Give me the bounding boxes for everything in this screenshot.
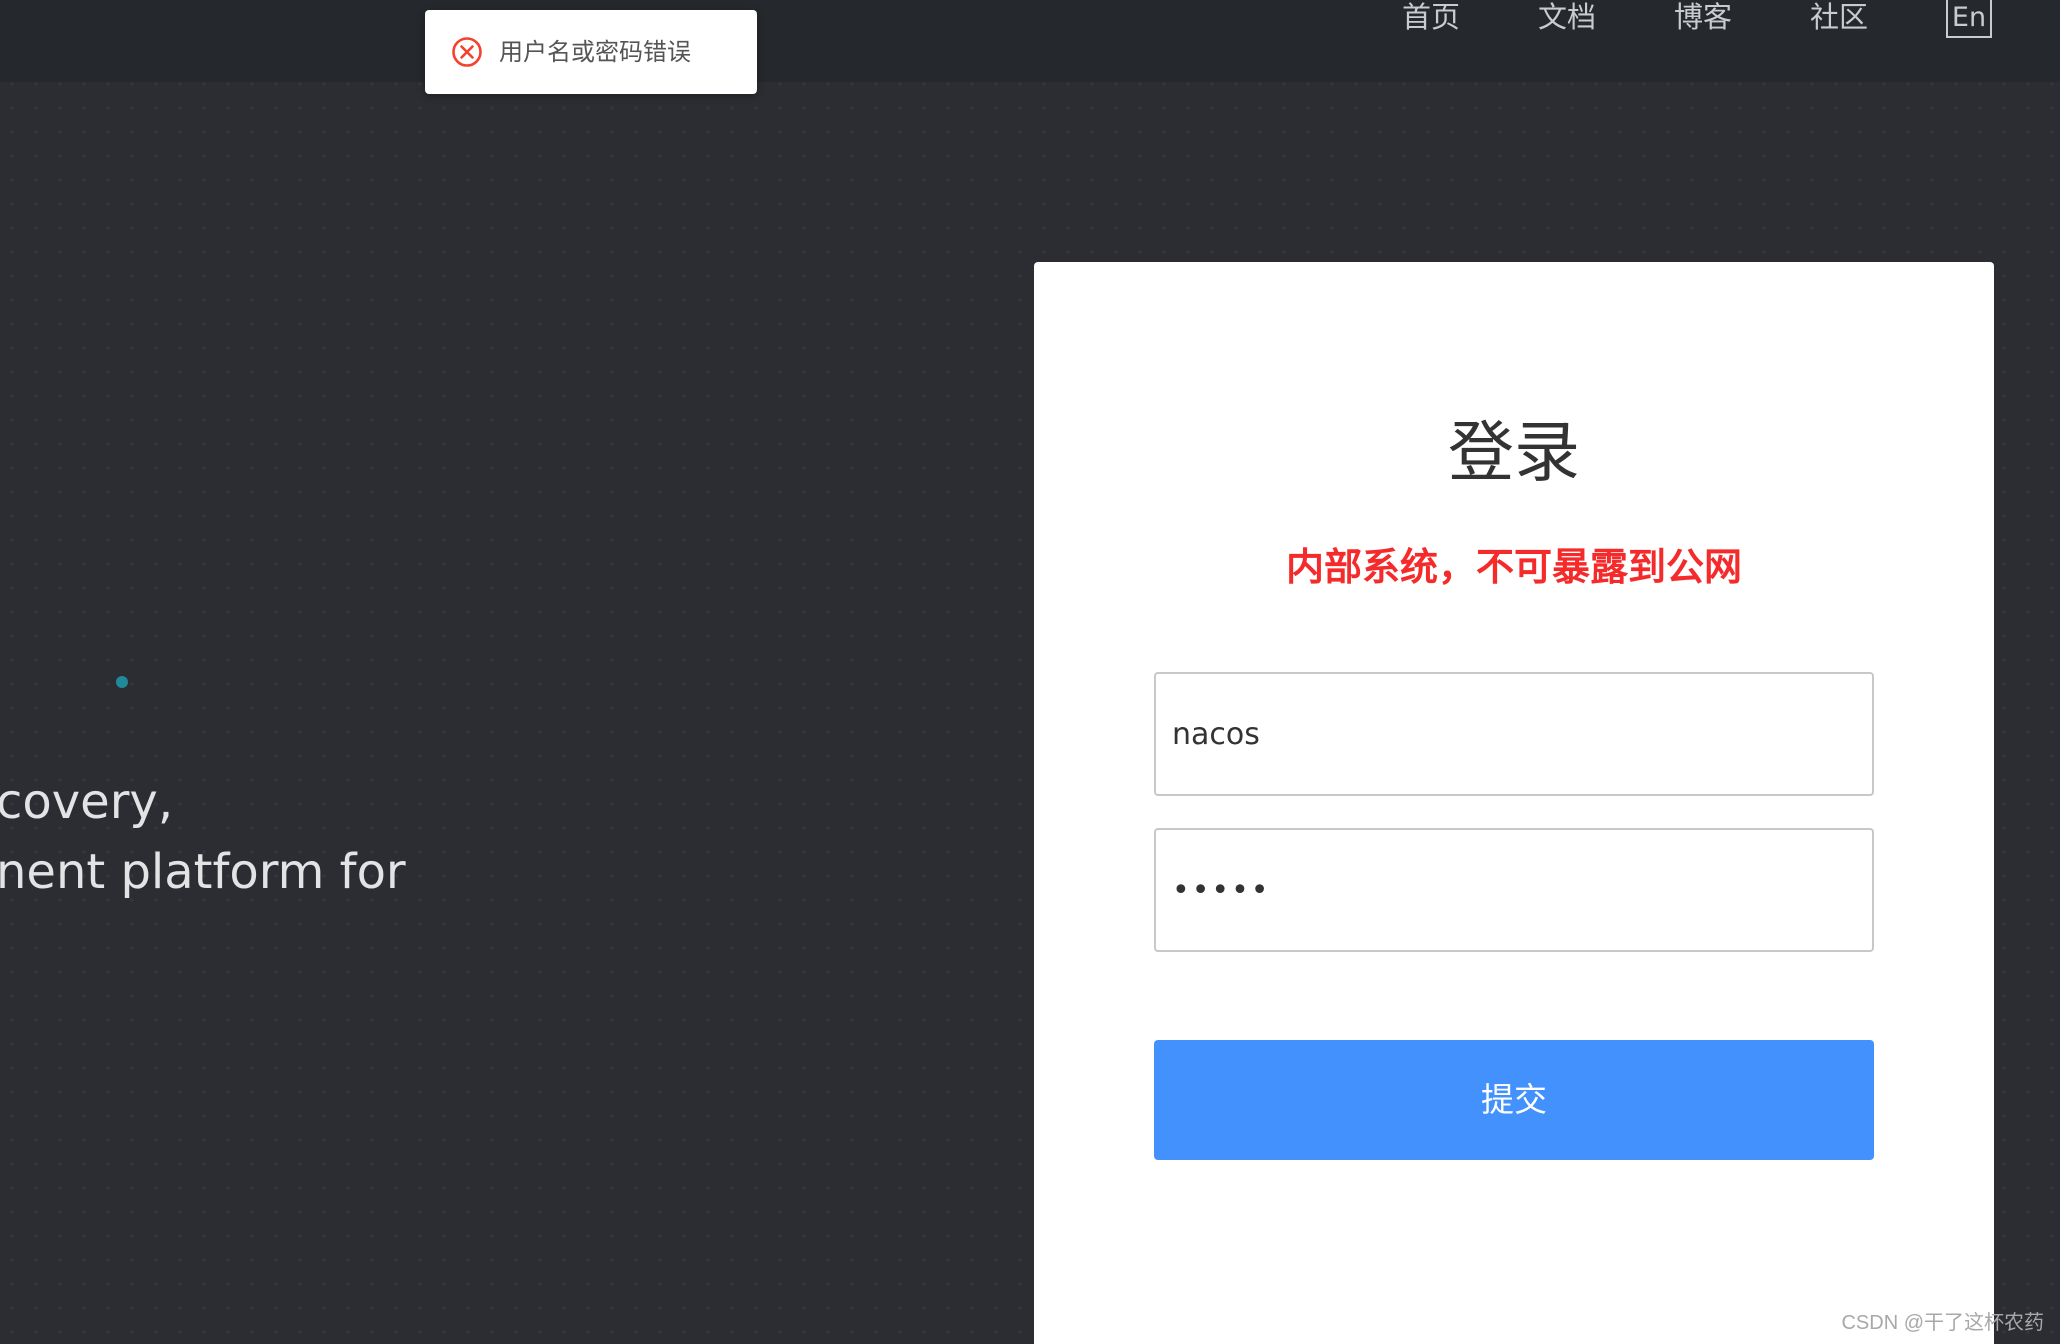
- nav-blog-link[interactable]: 博客: [1674, 0, 1732, 40]
- nav-home-link[interactable]: 首页: [1402, 0, 1460, 40]
- watermark: CSDN @干了这杯农药: [1841, 1312, 2044, 1334]
- submit-button[interactable]: 提交: [1154, 1040, 1874, 1160]
- login-title: 登录: [1448, 414, 1580, 491]
- nav-docs-link[interactable]: 文档: [1538, 0, 1596, 40]
- hero-text-line-2: nent platform for: [0, 844, 406, 900]
- nav-community-link[interactable]: 社区: [1810, 0, 1868, 40]
- username-input[interactable]: [1154, 672, 1874, 796]
- language-toggle-button[interactable]: En: [1946, 0, 1992, 38]
- security-warning: 内部系统，不可暴露到公网: [1285, 545, 1742, 589]
- error-circle-icon: [452, 37, 482, 67]
- toast-message: 用户名或密码错误: [499, 38, 691, 66]
- hero-text-line-1: covery,: [0, 774, 174, 830]
- top-navigation-bar: 首页 文档 博客 社区 En: [0, 0, 2060, 82]
- loading-dot: [116, 676, 128, 688]
- login-panel: 登录 内部系统，不可暴露到公网 提交: [1034, 262, 1994, 1344]
- error-toast: 用户名或密码错误: [425, 10, 757, 94]
- password-input[interactable]: [1154, 828, 1874, 952]
